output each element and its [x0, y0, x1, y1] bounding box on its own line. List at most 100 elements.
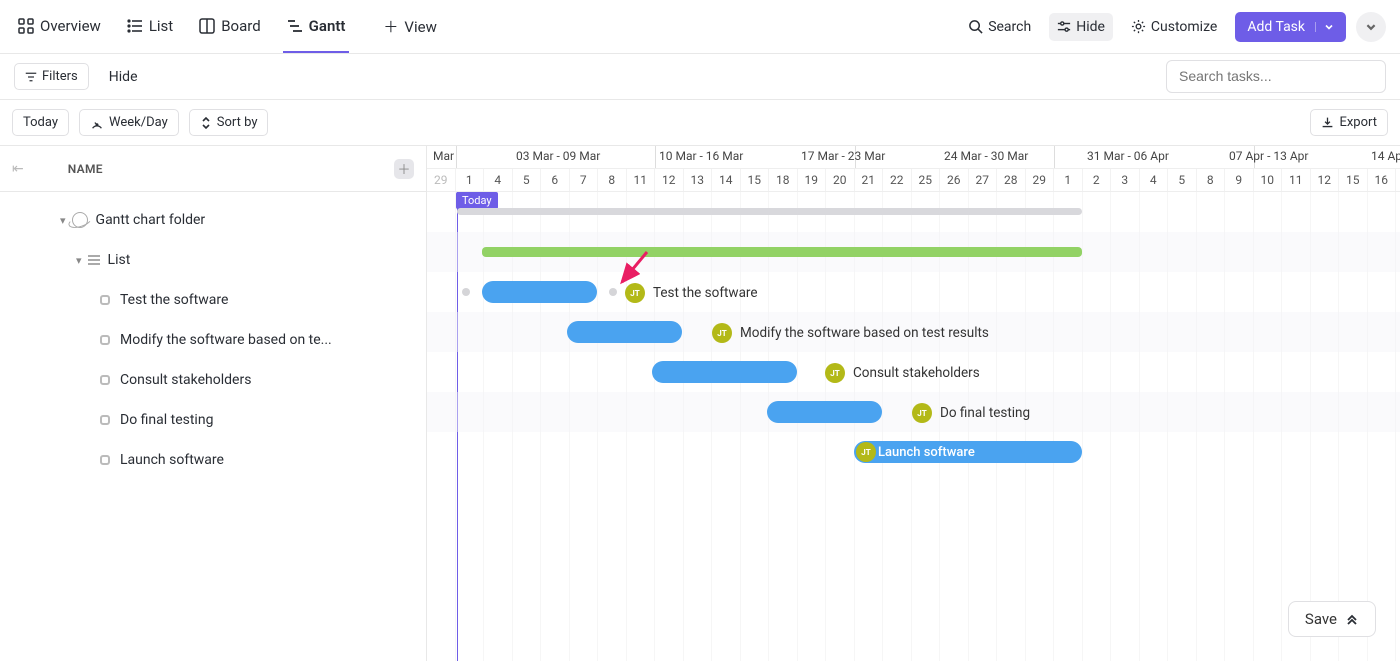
day-cell: 8	[598, 169, 627, 191]
day-cell: 3	[1111, 169, 1140, 191]
task-bar-modify[interactable]	[567, 321, 682, 343]
chevron-down-icon[interactable]: ▾	[76, 254, 82, 267]
timescale-button[interactable]: Week/Day	[79, 109, 179, 136]
hide-link[interactable]: Hide	[109, 69, 138, 85]
more-menu-button[interactable]	[1356, 12, 1386, 42]
search-icon	[968, 19, 983, 34]
day-cell: 11	[1282, 169, 1311, 191]
day-cell: 15	[1339, 169, 1368, 191]
task-label: Test the software	[120, 292, 228, 308]
assignee-avatar[interactable]: JT	[912, 403, 932, 423]
day-cell: 9	[1225, 169, 1254, 191]
filter-icon	[25, 71, 37, 83]
overview-icon	[18, 18, 34, 34]
task-label: Launch software	[120, 452, 224, 468]
gantt-row-folder	[427, 192, 1400, 232]
list-icon	[127, 18, 143, 34]
day-cell: 29	[427, 169, 456, 191]
status-dot	[100, 295, 110, 305]
tab-label: Board	[221, 17, 260, 35]
day-cell: 12	[1311, 169, 1340, 191]
chevron-down-icon[interactable]	[1315, 22, 1334, 32]
search-label: Search	[988, 19, 1031, 35]
name-column-header: NAME	[68, 162, 103, 176]
board-icon	[199, 18, 215, 34]
day-cell: 20	[826, 169, 855, 191]
save-button[interactable]: Save	[1288, 601, 1376, 637]
search-tasks-box[interactable]	[1166, 60, 1386, 93]
add-column-button[interactable]: ＋	[394, 159, 414, 179]
search-tasks-input[interactable]	[1179, 68, 1373, 84]
task-bar-final[interactable]	[767, 401, 882, 423]
tab-overview[interactable]: Overview	[14, 1, 105, 53]
task-bar-label: JT Do final testing	[912, 403, 1030, 423]
drag-handle[interactable]	[462, 288, 470, 296]
task-row[interactable]: Test the software	[0, 280, 426, 320]
today-button[interactable]: Today	[12, 109, 69, 136]
gantt-row-task: JT Consult stakeholders	[427, 352, 1400, 392]
task-row[interactable]: Launch software	[0, 440, 426, 480]
customize-action[interactable]: Customize	[1123, 13, 1225, 41]
sort-button[interactable]: Sort by	[189, 109, 269, 136]
task-bar-test[interactable]	[482, 281, 597, 303]
sort-icon	[200, 117, 212, 129]
week-label: 03 Mar - 09 Mar	[512, 146, 600, 163]
gantt-row-task: JT Launch software	[427, 432, 1400, 472]
assignee-avatar[interactable]: JT	[856, 442, 876, 462]
tab-gantt[interactable]: Gantt	[283, 1, 350, 53]
chevron-down-icon[interactable]: ▾	[60, 214, 66, 227]
task-row[interactable]: Do final testing	[0, 400, 426, 440]
task-row[interactable]: Consult stakeholders	[0, 360, 426, 400]
tab-label: Overview	[40, 17, 101, 35]
timeline-weeks-header: Mar 03 Mar - 09 Mar 10 Mar - 16 Mar 17 M…	[427, 146, 1400, 169]
filters-button[interactable]: Filters	[14, 63, 89, 90]
tab-list[interactable]: List	[123, 1, 177, 53]
task-bar-consult[interactable]	[652, 361, 797, 383]
task-label: Modify the software based on te...	[120, 332, 332, 348]
save-label: Save	[1305, 610, 1337, 628]
day-cell: 14	[712, 169, 741, 191]
task-tree: ▾ Gantt chart folder ▾ List Test the sof…	[0, 192, 426, 480]
assignee-avatar[interactable]: JT	[712, 323, 732, 343]
drag-handle[interactable]	[609, 288, 617, 296]
day-cell: 21	[855, 169, 884, 191]
task-row[interactable]: Modify the software based on te...	[0, 320, 426, 360]
sidebar-header: ⇤ NAME ＋	[0, 146, 426, 192]
gantt-area: Mar 03 Mar - 09 Mar 10 Mar - 16 Mar 17 M…	[427, 146, 1400, 661]
gantt-grid[interactable]: Today JT Test the software	[427, 192, 1400, 661]
assignee-avatar[interactable]: JT	[625, 283, 645, 303]
tab-label: List	[149, 17, 173, 35]
search-action[interactable]: Search	[960, 13, 1039, 41]
list-span-bar[interactable]	[482, 247, 1082, 257]
gantt-row-task: JT Test the software	[427, 272, 1400, 312]
task-label: Do final testing	[120, 412, 213, 428]
day-cell: 11	[627, 169, 656, 191]
gantt-row-task: JT Do final testing	[427, 392, 1400, 432]
collapse-sidebar-icon[interactable]: ⇤	[12, 161, 24, 177]
tab-board[interactable]: Board	[195, 1, 264, 53]
list-icon	[88, 255, 100, 265]
folder-row[interactable]: ▾ Gantt chart folder	[0, 200, 426, 240]
day-cell: 27	[969, 169, 998, 191]
task-bar-launch[interactable]: JT Launch software	[854, 441, 1082, 463]
task-bar-label: JT Test the software	[625, 283, 758, 303]
day-cell: 5	[513, 169, 542, 191]
top-right-actions: Search Hide Customize Add Task	[960, 12, 1386, 42]
status-dot	[100, 415, 110, 425]
sliders-icon	[1057, 20, 1071, 34]
assignee-avatar[interactable]: JT	[825, 363, 845, 383]
list-row[interactable]: ▾ List	[0, 240, 426, 280]
export-button[interactable]: Export	[1310, 109, 1388, 136]
gantt-row-task: JT Modify the software based on test res…	[427, 312, 1400, 352]
gantt-content: ⇤ NAME ＋ ▾ Gantt chart folder ▾ List Tes…	[0, 146, 1400, 661]
filter-bar: Filters Hide	[0, 54, 1400, 100]
add-task-button[interactable]: Add Task	[1235, 12, 1346, 42]
add-view-button[interactable]: ＋ View	[383, 16, 436, 37]
day-cell: 22	[883, 169, 912, 191]
folder-icon	[72, 212, 88, 228]
hide-action[interactable]: Hide	[1049, 13, 1113, 41]
status-dot	[100, 375, 110, 385]
day-cell: 4	[1140, 169, 1169, 191]
day-cell: 5	[1168, 169, 1197, 191]
folder-span-bar[interactable]	[457, 208, 1082, 215]
